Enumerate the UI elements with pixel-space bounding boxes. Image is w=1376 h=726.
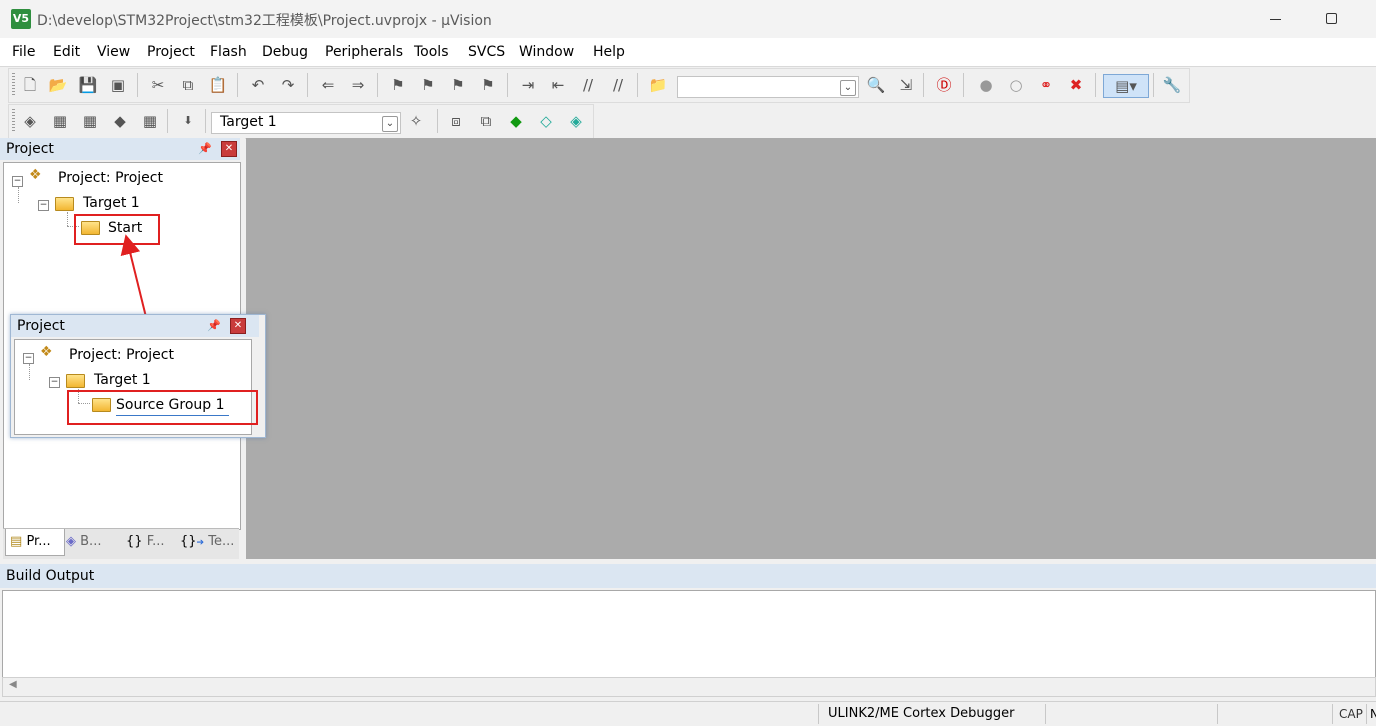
callout-tree-root: Project: Project bbox=[69, 347, 174, 363]
build-output-title: Build Output bbox=[0, 564, 1376, 588]
build-output-text[interactable] bbox=[2, 590, 1376, 678]
horizontal-scrollbar[interactable]: ◀ bbox=[2, 677, 1376, 697]
callout-pane-title: Project bbox=[11, 315, 259, 337]
project-icon: ❖ bbox=[40, 344, 53, 360]
scroll-left-icon[interactable]: ◀ bbox=[9, 679, 17, 690]
status-num: N bbox=[1370, 707, 1376, 721]
target-folder-icon bbox=[66, 374, 85, 388]
close-icon: ✕ bbox=[230, 318, 246, 334]
pin-icon: 📌 bbox=[207, 319, 221, 332]
build-output-pane: Build Output ◀ bbox=[0, 564, 1376, 701]
highlight-box-source-group bbox=[67, 390, 258, 425]
collapse-icon: − bbox=[23, 353, 34, 364]
callout-tree-target: Target 1 bbox=[94, 372, 151, 388]
status-debugger: ULINK2/ME Cortex Debugger bbox=[828, 706, 1015, 721]
status-caps: CAP bbox=[1339, 707, 1363, 721]
status-bar: ULINK2/ME Cortex Debugger CAP N bbox=[0, 701, 1376, 726]
collapse-icon: − bbox=[49, 377, 60, 388]
